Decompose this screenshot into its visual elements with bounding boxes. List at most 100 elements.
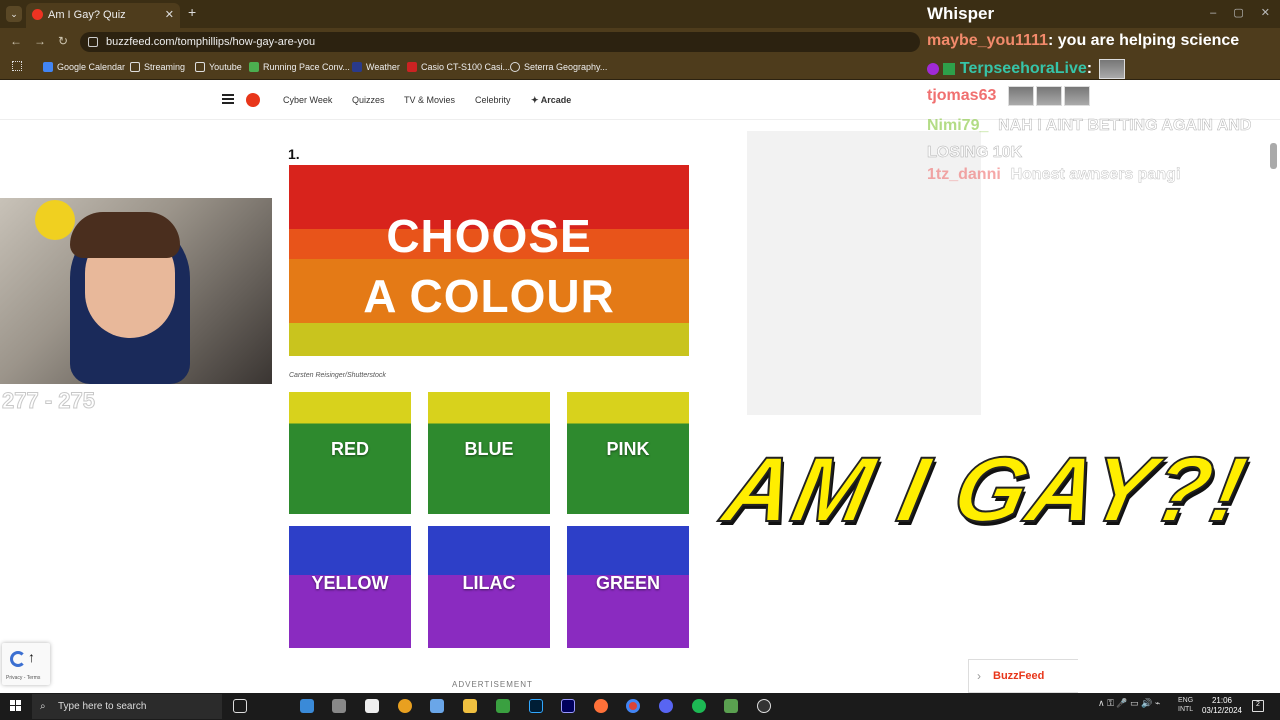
minecraft-icon[interactable]: [496, 699, 510, 713]
close-tab-icon[interactable]: ✕: [165, 3, 174, 27]
app-icon[interactable]: [300, 699, 314, 713]
photoshop-icon[interactable]: [529, 699, 543, 713]
streamer-hair: [70, 212, 180, 258]
badge-icon: [943, 63, 956, 75]
notifications-icon[interactable]: 2: [1252, 700, 1264, 712]
chat-text: you are helping science: [1057, 32, 1240, 49]
hero-text-line1: CHOOSE: [386, 210, 592, 262]
system-tray-icons[interactable]: ∧ ⚿ 🎤 ▭ 🔊 ⌁: [1098, 698, 1160, 709]
sub-badge-icon: [927, 63, 939, 75]
bookmark-running-pace[interactable]: Running Pace Conv...: [249, 61, 350, 73]
arrow-up-icon[interactable]: ↑: [28, 649, 35, 665]
emote-icon: [1064, 86, 1091, 106]
url-text: buzzfeed.com/tomphillips/how-gay-are-you: [106, 36, 316, 48]
emote-icon: [1036, 86, 1063, 106]
recaptcha-icon: [10, 651, 26, 667]
buzzfeed-logo[interactable]: [246, 93, 260, 107]
chat-message: tjomas63:: [927, 86, 1091, 106]
app-icon[interactable]: [430, 699, 444, 713]
bookmark-youtube[interactable]: Youtube: [195, 61, 242, 73]
apps-grid-icon[interactable]: [12, 61, 22, 71]
bookmark-weather[interactable]: Weather: [352, 61, 400, 73]
webcam-feed: [0, 198, 272, 384]
option-green[interactable]: GREEN: [567, 526, 689, 648]
task-view-icon[interactable]: [233, 699, 247, 713]
option-label: PINK: [606, 439, 650, 459]
menu-icon[interactable]: [222, 94, 234, 104]
chrome-icon[interactable]: [626, 699, 640, 713]
advertisement-label: ADVERTISEMENT: [452, 680, 533, 689]
bookmark-casio[interactable]: Casio CT-S100 Casi...: [407, 61, 510, 73]
obs-icon[interactable]: [757, 699, 771, 713]
buzzfeed-favicon-icon: [32, 9, 43, 20]
forward-arrow-icon[interactable]: →: [34, 34, 46, 48]
chat-text: Honest awnsers pangi: [1010, 166, 1181, 184]
discord-icon[interactable]: [659, 699, 673, 713]
hero-text-line2: A COLOUR: [363, 270, 615, 322]
stream-counter: 277 - 275: [2, 388, 96, 414]
window-controls[interactable]: – ▢ ✕: [1210, 6, 1270, 19]
address-bar[interactable]: buzzfeed.com/tomphillips/how-gay-are-you: [80, 32, 920, 52]
chat-username: TerpseehoraLive: [959, 60, 1087, 78]
option-red[interactable]: RED: [289, 392, 411, 514]
chat-message: 1tz_danni: Honest awnsers pangi: [927, 166, 1181, 184]
image-credit: Carsten Reisinger/Shutterstock: [289, 372, 386, 379]
file-explorer-icon[interactable]: [463, 699, 477, 713]
chat-message: TerpseehoraLive:: [927, 59, 1125, 79]
nav-tv-movies[interactable]: TV & Movies: [404, 95, 455, 105]
site-info-icon[interactable]: [88, 37, 98, 47]
option-lilac[interactable]: LILAC: [428, 526, 550, 648]
nav-arcade[interactable]: ✦ Arcade: [531, 95, 571, 106]
premiere-icon[interactable]: [561, 699, 575, 713]
chat-username: Nimi79_: [927, 117, 989, 134]
chat-message: maybe_you1111: you are helping science: [927, 32, 1240, 49]
option-label: LILAC: [462, 573, 516, 593]
app-icon[interactable]: [332, 699, 346, 713]
nav-cyber-week[interactable]: Cyber Week: [283, 95, 332, 105]
bookmark-seterra[interactable]: Seterra Geography...: [510, 61, 607, 73]
emoji-balloon: [35, 200, 75, 240]
option-label: YELLOW: [311, 573, 389, 593]
tab-title: Am I Gay? Quiz: [48, 9, 126, 21]
option-blue[interactable]: BLUE: [428, 392, 550, 514]
emote-icon: [1098, 59, 1125, 79]
chat-username: tjomas63: [927, 87, 997, 105]
option-label: RED: [330, 439, 369, 459]
recaptcha-badge[interactable]: ↑ Privacy - Terms: [2, 643, 50, 685]
buzzfeed-bottom-bar[interactable]: › BuzzFeed: [968, 659, 1078, 693]
search-icon: ⌕: [40, 701, 46, 712]
new-tab-button[interactable]: +: [188, 4, 196, 20]
taskbar-clock[interactable]: 21:06 03/12/2024: [1200, 696, 1244, 716]
question-number: 1.: [288, 146, 300, 162]
chat-message: Nimi79_: NAH I AINT BETTING AGAIN AND LO…: [927, 117, 1252, 162]
chat-username: maybe_you1111: [927, 32, 1048, 49]
chevron-right-icon: ›: [977, 669, 981, 683]
tab-search-button[interactable]: ⌄: [6, 6, 22, 22]
question-image: CHOOSE A COLOUR: [289, 165, 689, 356]
nav-quizzes[interactable]: Quizzes: [352, 95, 385, 105]
emote-icon: [1008, 86, 1035, 106]
thumbnail-title: AM I GAY?!: [714, 438, 1257, 542]
option-label: BLUE: [464, 439, 514, 459]
option-label: GREEN: [595, 573, 660, 593]
app-icon[interactable]: [398, 699, 412, 713]
bookmark-google-calendar[interactable]: Google Calendar: [43, 61, 125, 73]
sparkle-icon: ✦: [531, 95, 539, 105]
chat-username: 1tz_danni: [927, 166, 1001, 183]
scrollbar-thumb[interactable]: [1270, 143, 1277, 169]
browser-tab[interactable]: Am I Gay? Quiz ✕: [26, 3, 180, 28]
bookmark-streaming[interactable]: Streaming: [130, 61, 185, 73]
app-icon[interactable]: [724, 699, 738, 713]
language-indicator[interactable]: ENG INTL: [1178, 696, 1193, 714]
option-pink[interactable]: PINK: [567, 392, 689, 514]
windows-start-icon[interactable]: [10, 700, 22, 712]
firefox-icon[interactable]: [594, 699, 608, 713]
taskbar-search-input[interactable]: ⌕ Type here to search: [32, 694, 222, 719]
chat-overlay-title: Whisper: [927, 4, 995, 23]
spotify-icon[interactable]: [692, 699, 706, 713]
reload-icon[interactable]: ↻: [58, 34, 68, 48]
notion-icon[interactable]: [365, 699, 379, 713]
nav-celebrity[interactable]: Celebrity: [475, 95, 511, 105]
back-arrow-icon[interactable]: ←: [10, 34, 22, 48]
option-yellow[interactable]: YELLOW: [289, 526, 411, 648]
